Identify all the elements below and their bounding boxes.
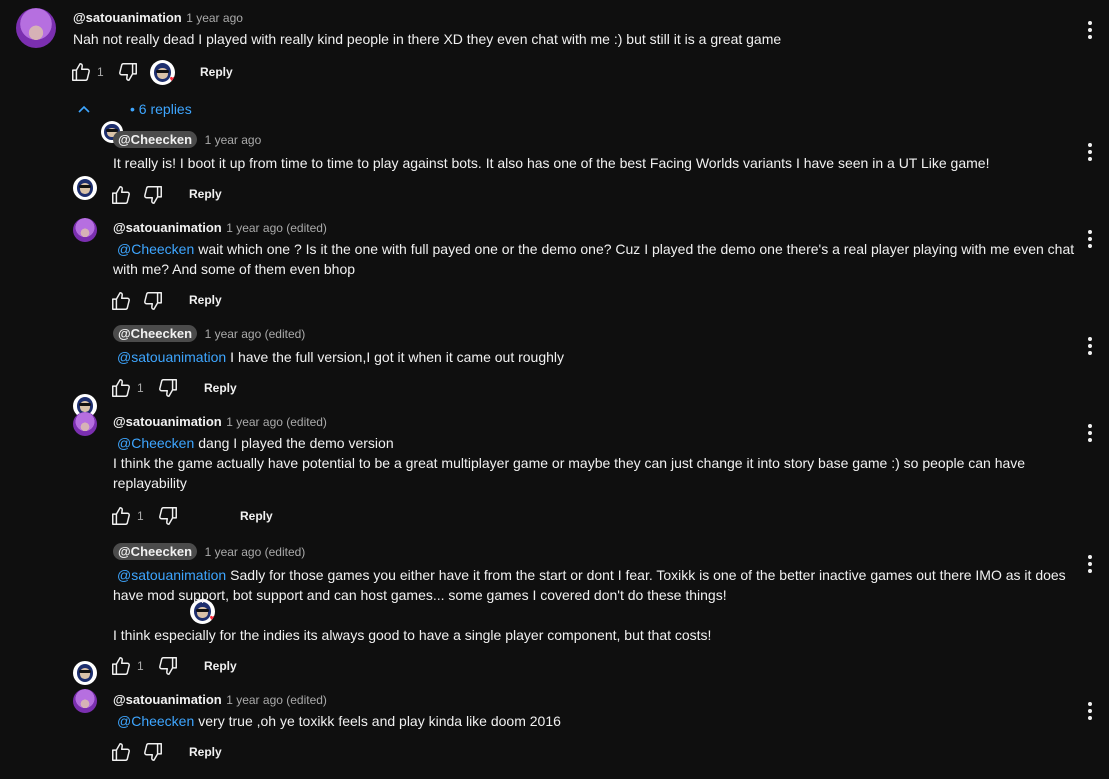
like-count: 1	[137, 659, 144, 673]
replies-count[interactable]: 6 replies	[139, 101, 192, 117]
reply-line: I have the full version,I got it when it…	[230, 349, 565, 365]
reply-author[interactable]: @Cheecken	[113, 543, 198, 560]
like-count: 1	[137, 509, 144, 523]
creator-heart-icon: ♥	[150, 60, 175, 85]
mention-link[interactable]: @satouanimation	[117, 349, 226, 365]
reply-text: @Cheecken dang I played the demo version …	[113, 433, 1025, 493]
comment-author[interactable]: @satouanimation	[73, 10, 182, 25]
reply-author[interactable]: @Cheecken	[113, 131, 198, 148]
avatar[interactable]	[73, 689, 97, 713]
thumb-down-icon[interactable]	[142, 184, 164, 206]
reply-line: have mod support, bot support and can ho…	[113, 587, 727, 603]
comment-text: Nah not really dead I played with really…	[73, 31, 782, 47]
mention-link[interactable]: @Cheecken	[117, 241, 194, 257]
avatar[interactable]	[73, 218, 97, 242]
more-vert-icon[interactable]	[1088, 230, 1092, 251]
reply-author[interactable]: @satouanimation	[113, 414, 222, 429]
mention-link[interactable]: @Cheecken	[117, 713, 194, 729]
like-count: 1	[97, 65, 104, 79]
comment-time[interactable]: 1 year ago	[186, 11, 243, 25]
reply-author[interactable]: @satouanimation	[113, 692, 222, 707]
thumb-up-icon[interactable]	[110, 741, 132, 763]
mention-link[interactable]: @satouanimation	[117, 567, 226, 583]
more-vert-icon[interactable]	[1088, 21, 1092, 42]
more-vert-icon[interactable]	[1088, 702, 1092, 723]
reply-line: very true ,oh ye toxikk feels and play k…	[198, 713, 561, 729]
avatar[interactable]	[73, 412, 97, 436]
reply-time[interactable]: 1 year ago (edited)	[226, 693, 327, 707]
reply-button[interactable]: Reply	[189, 293, 222, 307]
thumb-down-icon[interactable]	[157, 505, 179, 527]
mention-link[interactable]: @Cheecken	[117, 435, 194, 451]
thumb-down-icon[interactable]	[157, 655, 179, 677]
reply-time[interactable]: 1 year ago (edited)	[226, 221, 327, 235]
reply-button[interactable]: Reply	[204, 659, 237, 673]
reply-time[interactable]: 1 year ago (edited)	[205, 545, 306, 559]
reply-text: @Cheecken very true ,oh ye toxikk feels a…	[113, 711, 561, 731]
thumb-up-icon[interactable]	[110, 184, 132, 206]
thumb-up-icon[interactable]	[70, 61, 92, 83]
reply-text: It really is! I boot it up from time to …	[113, 155, 990, 171]
reply-button[interactable]: Reply	[240, 509, 273, 523]
reply-button[interactable]: Reply	[189, 187, 222, 201]
reply-line: I think the game actually have potential…	[113, 455, 1026, 471]
chevron-up-icon[interactable]	[77, 102, 91, 116]
avatar[interactable]	[16, 8, 56, 48]
reply-author[interactable]: @Cheecken	[113, 325, 198, 342]
like-count: 1	[137, 381, 144, 395]
thumb-down-icon[interactable]	[142, 290, 164, 312]
reply-time[interactable]: 1 year ago	[205, 133, 262, 147]
thumb-up-icon[interactable]	[110, 290, 132, 312]
reply-text: @satouanimation I have the full version,I…	[113, 347, 564, 367]
reply-author[interactable]: @satouanimation	[113, 220, 222, 235]
reply-line: wait which one ? Is it the one with full…	[198, 241, 1075, 257]
reply-line: Sadly for those games you either have it…	[230, 567, 1066, 583]
reply-line: dang I played the demo version	[198, 435, 394, 451]
thumb-down-icon[interactable]	[117, 61, 139, 83]
reply-time[interactable]: 1 year ago (edited)	[205, 327, 306, 341]
thumb-up-icon[interactable]	[110, 505, 132, 527]
reply-button[interactable]: Reply	[189, 745, 222, 759]
reply-line: replayability	[113, 475, 187, 491]
thumb-down-icon[interactable]	[157, 377, 179, 399]
reply-line: with me? And some of them even bhop	[113, 261, 356, 277]
reply-text: @satouanimation Sadly for those games you…	[113, 565, 1066, 645]
avatar[interactable]	[73, 661, 97, 685]
reply-line: I think especially for the indies its al…	[113, 627, 712, 643]
reply-button[interactable]: Reply	[204, 381, 237, 395]
reply-time[interactable]: 1 year ago (edited)	[226, 415, 327, 429]
avatar[interactable]	[73, 176, 97, 200]
reply-button[interactable]: Reply	[200, 65, 233, 79]
more-vert-icon[interactable]	[1088, 424, 1092, 445]
more-vert-icon[interactable]	[1088, 143, 1092, 164]
thumb-up-icon[interactable]	[110, 655, 132, 677]
more-vert-icon[interactable]	[1088, 555, 1092, 576]
replies-toggle[interactable]: • 6 replies	[130, 101, 192, 117]
more-vert-icon[interactable]	[1088, 337, 1092, 358]
thumb-down-icon[interactable]	[142, 741, 164, 763]
thumb-up-icon[interactable]	[110, 377, 132, 399]
reply-text: @Cheecken wait which one ? Is it the one …	[113, 239, 1074, 279]
